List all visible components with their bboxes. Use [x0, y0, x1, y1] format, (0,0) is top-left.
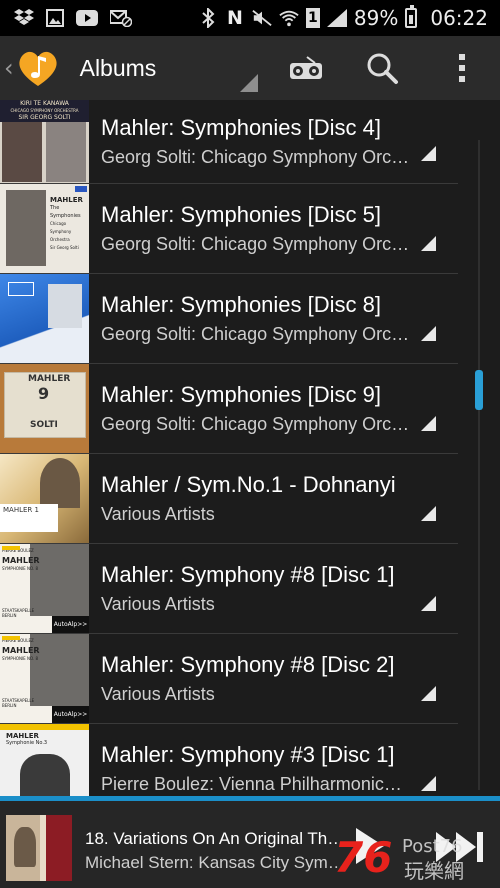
album-title: Mahler: Symphonies [Disc 5] — [101, 201, 381, 227]
list-item[interactable]: MAHLER 9 SOLTI Mahler: Symphonies [Disc … — [0, 364, 458, 454]
album-artist: Various Artists — [101, 593, 215, 614]
album-list[interactable]: KIRI TE KANAWA CHICAGO SYMPHONY ORCHESTR… — [0, 100, 458, 796]
cover-text: CHICAGO SYMPHONY ORCHESTRA — [10, 108, 79, 113]
album-artist: Pierre Boulez: Vienna Philharmonic… — [101, 773, 402, 794]
cover-text: SYMPHONIE NO. 8 — [2, 656, 39, 661]
cover-text: Sir Georg Solti — [50, 245, 79, 250]
search-icon[interactable] — [360, 46, 404, 90]
dropbox-icon — [14, 9, 34, 27]
list-item[interactable]: PIERRE BOULEZ MAHLER SYMPHONIE NO. 8 STA… — [0, 634, 458, 724]
cover-text: SOLTI — [30, 420, 58, 430]
cover-text: MAHLER 1 — [3, 506, 39, 514]
mail-blocked-icon — [110, 9, 132, 27]
album-title: Mahler / Sym.No.1 - Dohnanyi — [101, 471, 396, 497]
page-title: Albums — [79, 54, 157, 81]
list-item[interactable]: MAHLER 1 Mahler / Sym.No.1 - Dohnanyi Va… — [0, 454, 458, 544]
album-title: Mahler: Symphony #8 [Disc 2] — [101, 651, 395, 677]
cover-text: AutoAlp>> — [52, 706, 89, 723]
album-artist: Georg Solti: Chicago Symphony Orc… — [101, 233, 410, 254]
app-logo[interactable] — [16, 46, 60, 90]
expand-arrow-icon[interactable] — [421, 416, 436, 431]
album-cover: MAHLER 1 — [0, 454, 89, 543]
watermark-logo: 76 Post76 玩樂網 — [334, 828, 500, 884]
expand-arrow-icon[interactable] — [421, 236, 436, 251]
image-icon — [46, 9, 64, 27]
album-cover: KIRI TE KANAWA CHICAGO SYMPHONY ORCHESTR… — [0, 100, 89, 183]
cover-text: SYMPHONIE NO. 8 — [2, 566, 39, 571]
cover-text: SIR GEORG SOLTI — [0, 114, 89, 122]
album-title: Mahler: Symphonies [Disc 8] — [101, 291, 381, 317]
bluetooth-icon — [198, 8, 218, 28]
clock: 06:22 — [430, 6, 488, 30]
back-caret-icon[interactable]: ‹ — [4, 54, 14, 82]
album-artist: Georg Solti: Chicago Symphony Orc… — [101, 413, 410, 434]
album-cover — [0, 274, 89, 363]
album-artist: Georg Solti: Chicago Symphony Orc… — [101, 146, 410, 167]
cover-text: STAATSKAPELLE BERLIN — [2, 608, 35, 618]
cover-text: MAHLER — [6, 732, 39, 740]
battery-percent: 89% — [353, 6, 399, 30]
sim-icon: 1 — [305, 8, 320, 28]
watermark-text: Post76 — [402, 836, 463, 857]
scroll-track — [478, 140, 480, 790]
mute-icon — [252, 10, 272, 26]
album-cover: MAHLER 9 SOLTI — [0, 364, 89, 453]
album-artist: Various Artists — [101, 503, 215, 524]
list-item[interactable]: MAHLER Symphonie No.3 Mahler: Symphony #… — [0, 724, 458, 796]
album-cover: MAHLER Symphonie No.3 — [0, 724, 89, 796]
album-artist: Various Artists — [101, 683, 215, 704]
watermark-chinese: 玩樂網 — [404, 859, 464, 883]
title-dropdown-indicator[interactable] — [240, 74, 258, 92]
overflow-menu-icon[interactable] — [440, 46, 484, 90]
list-item[interactable]: PIERRE BOULEZ MAHLER SYMPHONIE NO. 8 STA… — [0, 544, 458, 634]
cover-text: Chicago Symphony Orchestra — [50, 221, 72, 242]
wifi-icon — [279, 10, 299, 27]
scrollbar-thumb[interactable] — [475, 370, 483, 410]
battery-icon — [405, 5, 418, 28]
cover-text: MAHLER — [50, 196, 83, 204]
cover-text: MAHLER — [28, 374, 71, 384]
signal-icon — [326, 9, 347, 27]
cover-text: AutoAlp>> — [52, 616, 89, 633]
list-item[interactable]: KIRI TE KANAWA CHICAGO SYMPHONY ORCHESTR… — [0, 100, 458, 184]
album-cover: PIERRE BOULEZ MAHLER SYMPHONIE NO. 8 STA… — [0, 544, 89, 633]
radio-icon[interactable] — [284, 46, 328, 90]
expand-arrow-icon[interactable] — [421, 146, 436, 161]
nfc-icon: N — [226, 7, 243, 29]
list-item[interactable]: Mahler: Symphonies [Disc 8] Georg Solti:… — [0, 274, 458, 364]
now-playing-title: 18. Variations On An Original Th… — [85, 829, 345, 848]
album-title: Mahler: Symphonies [Disc 9] — [101, 381, 381, 407]
list-item[interactable]: MAHLER The Symphonies Chicago Symphony O… — [0, 184, 458, 274]
album-artist: Georg Solti: Chicago Symphony Orc… — [101, 323, 410, 344]
album-title: Mahler: Symphony #8 [Disc 1] — [101, 561, 395, 587]
album-title: Mahler: Symphony #3 [Disc 1] — [101, 741, 395, 767]
expand-arrow-icon[interactable] — [421, 506, 436, 521]
album-title: Mahler: Symphonies [Disc 4] — [101, 114, 381, 140]
cover-text: MAHLER — [2, 646, 40, 655]
status-bar: N 1 89% 06:22 — [0, 0, 500, 36]
album-cover: MAHLER The Symphonies Chicago Symphony O… — [0, 184, 89, 273]
now-playing-artist: Michael Stern: Kansas City Sym… — [85, 853, 345, 872]
cover-text: STAATSKAPELLE BERLIN — [2, 698, 35, 708]
album-cover: PIERRE BOULEZ MAHLER SYMPHONIE NO. 8 STA… — [0, 634, 89, 723]
now-playing-cover — [6, 815, 72, 881]
cover-text: Symphonie No.3 — [6, 740, 48, 746]
expand-arrow-icon[interactable] — [421, 686, 436, 701]
expand-arrow-icon[interactable] — [421, 326, 436, 341]
cover-text: 9 — [38, 384, 50, 403]
expand-arrow-icon[interactable] — [421, 596, 436, 611]
watermark-brand: 76 — [334, 833, 392, 882]
cover-text: KIRI TE KANAWA — [20, 100, 69, 107]
cover-text: The Symphonies — [50, 205, 81, 219]
cover-text: MAHLER — [2, 556, 40, 565]
expand-arrow-icon[interactable] — [421, 776, 436, 791]
youtube-icon — [76, 10, 98, 26]
